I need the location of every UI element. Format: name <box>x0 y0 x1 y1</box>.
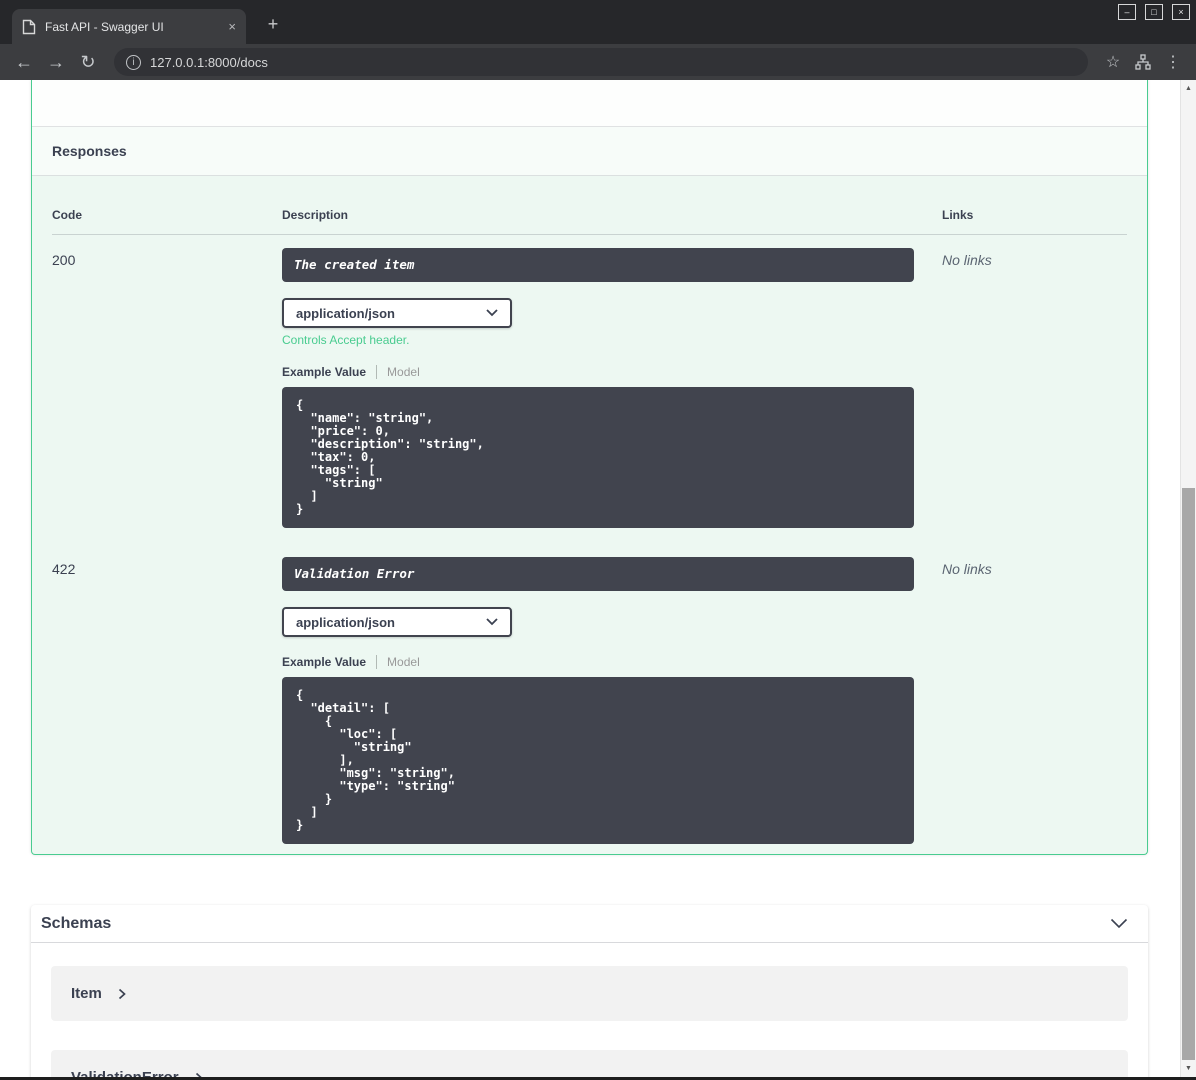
example-value-tab[interactable]: Example Value <box>282 655 376 669</box>
model-validationerror[interactable]: ValidationError <box>51 1050 1128 1077</box>
responses-opblock: Responses Code Description Links 200 The… <box>31 80 1148 855</box>
model-name: Item <box>71 985 102 1002</box>
back-icon[interactable]: ← <box>10 48 38 76</box>
model-tab[interactable]: Model <box>387 655 420 669</box>
chevron-down-icon <box>486 309 498 317</box>
browser-titlebar: Fast API - Swagger UI × + – □ × <box>0 0 1196 44</box>
chevron-right-icon <box>118 988 126 999</box>
scroll-down-icon[interactable]: ▼ <box>1181 1060 1196 1077</box>
response-description: The created item <box>282 248 914 282</box>
tab-close-icon[interactable]: × <box>228 20 236 33</box>
response-description: Validation Error <box>282 557 914 591</box>
page-favicon-icon <box>22 19 36 35</box>
browser-window: Fast API - Swagger UI × + – □ × ← → ↻ i … <box>0 0 1196 1080</box>
schemas-body: Item ValidationError <box>31 943 1148 1077</box>
example-model-tabs: Example Value Model <box>282 655 942 669</box>
chevron-down-icon <box>486 618 498 626</box>
responses-table-header: Code Description Links <box>52 196 1127 235</box>
menu-icon[interactable]: ⋮ <box>1160 49 1186 75</box>
schemas-section: Schemas Item ValidationError <box>31 905 1148 1077</box>
response-row-200: 200 The created item application/json Co… <box>52 235 1127 544</box>
scrollbar-thumb[interactable] <box>1182 488 1195 1060</box>
media-type-select[interactable]: application/json <box>282 607 512 637</box>
response-description-cell: Validation Error application/json Exampl… <box>282 557 942 844</box>
schemas-title: Schemas <box>41 914 112 932</box>
responses-section-header: Responses <box>32 127 1147 176</box>
media-type-value: application/json <box>296 614 395 630</box>
scroll-up-icon[interactable]: ▲ <box>1181 80 1196 97</box>
site-info-icon[interactable]: i <box>126 54 141 70</box>
column-header-links: Links <box>942 208 974 222</box>
example-value-tab[interactable]: Example Value <box>282 365 376 379</box>
reload-icon[interactable]: ↻ <box>74 48 102 76</box>
response-description-cell: The created item application/json Contro… <box>282 248 942 528</box>
controls-accept-note: Controls Accept header. <box>282 333 410 347</box>
bookmark-star-icon[interactable]: ☆ <box>1100 49 1126 75</box>
page-scrollbar[interactable]: ▲ ▼ <box>1180 80 1196 1077</box>
responses-title: Responses <box>52 143 127 159</box>
column-header-code: Code <box>52 208 82 222</box>
response-links: No links <box>942 561 992 577</box>
browser-toolbar: ← → ↻ i 127.0.0.1:8000/docs ☆ ⋮ <box>0 44 1196 80</box>
model-tab[interactable]: Model <box>387 365 420 379</box>
media-type-value: application/json <box>296 305 395 321</box>
example-json-block: { "detail": [ { "loc": [ "string" ], "ms… <box>282 677 914 844</box>
forward-icon[interactable]: → <box>42 48 70 76</box>
schemas-header[interactable]: Schemas <box>31 905 1148 943</box>
response-code: 200 <box>52 252 76 268</box>
model-item[interactable]: Item <box>51 966 1128 1021</box>
media-type-select[interactable]: application/json <box>282 298 512 328</box>
browser-tab[interactable]: Fast API - Swagger UI × <box>12 9 246 44</box>
responses-table: Code Description Links 200 The created i… <box>32 176 1147 854</box>
response-links: No links <box>942 252 992 268</box>
window-controls: – □ × <box>1118 4 1190 20</box>
close-button[interactable]: × <box>1172 4 1190 20</box>
tab-divider <box>376 655 378 669</box>
example-model-tabs: Example Value Model <box>282 365 942 379</box>
swagger-page: Responses Code Description Links 200 The… <box>0 80 1196 1077</box>
chevron-down-icon[interactable] <box>1110 918 1128 929</box>
maximize-button[interactable]: □ <box>1145 4 1163 20</box>
minimize-button[interactable]: – <box>1118 4 1136 20</box>
opblock-section-spacer <box>32 80 1147 127</box>
column-header-description: Description <box>282 208 349 222</box>
response-row-422: 422 Validation Error application/json Ex… <box>52 544 1127 854</box>
example-json-block: { "name": "string", "price": 0, "descrip… <box>282 387 914 528</box>
url-text: 127.0.0.1:8000/docs <box>150 54 268 70</box>
sitemap-icon[interactable] <box>1130 49 1156 75</box>
tab-divider <box>376 365 378 379</box>
new-tab-button[interactable]: + <box>261 13 285 37</box>
tab-title: Fast API - Swagger UI <box>45 19 164 34</box>
model-name: ValidationError <box>71 1069 179 1077</box>
response-code: 422 <box>52 561 76 577</box>
address-bar[interactable]: i 127.0.0.1:8000/docs <box>114 48 1088 76</box>
